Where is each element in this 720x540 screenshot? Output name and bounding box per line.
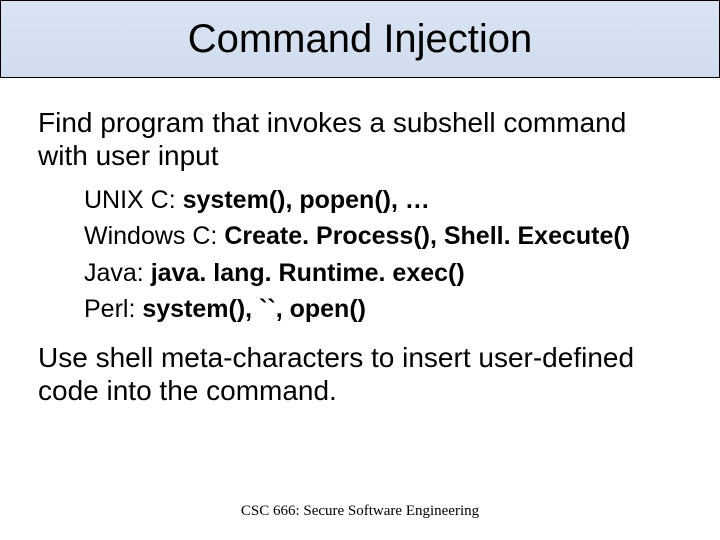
sub-list: UNIX C: system(), popen(), … Windows C: … xyxy=(38,182,682,327)
main-point-1: Find program that invokes a subshell com… xyxy=(38,106,682,172)
sub-item-java: Java: java. lang. Runtime. exec() xyxy=(84,255,682,291)
slide-footer: CSC 666: Secure Software Engineering xyxy=(0,503,720,520)
main-point-2: Use shell meta-characters to insert user… xyxy=(38,341,682,407)
sub-prefix: Perl: xyxy=(84,295,142,323)
sub-item-windows: Windows C: Create. Process(), Shell. Exe… xyxy=(84,218,682,254)
sub-calls: Create. Process(), Shell. Execute() xyxy=(224,222,630,250)
sub-item-perl: Perl: system(), ``, open() xyxy=(84,291,682,327)
sub-calls: system(), popen(), … xyxy=(183,186,430,214)
slide-body: Find program that invokes a subshell com… xyxy=(0,78,720,407)
sub-prefix: Windows C: xyxy=(84,222,224,250)
sub-item-unix: UNIX C: system(), popen(), … xyxy=(84,182,682,218)
sub-prefix: Java: xyxy=(84,259,151,287)
slide-title: Command Injection xyxy=(188,17,533,62)
title-bar: Command Injection xyxy=(0,0,720,78)
sub-prefix: UNIX C: xyxy=(84,186,183,214)
sub-calls: java. lang. Runtime. exec() xyxy=(151,259,465,287)
sub-calls: system(), ``, open() xyxy=(142,295,366,323)
